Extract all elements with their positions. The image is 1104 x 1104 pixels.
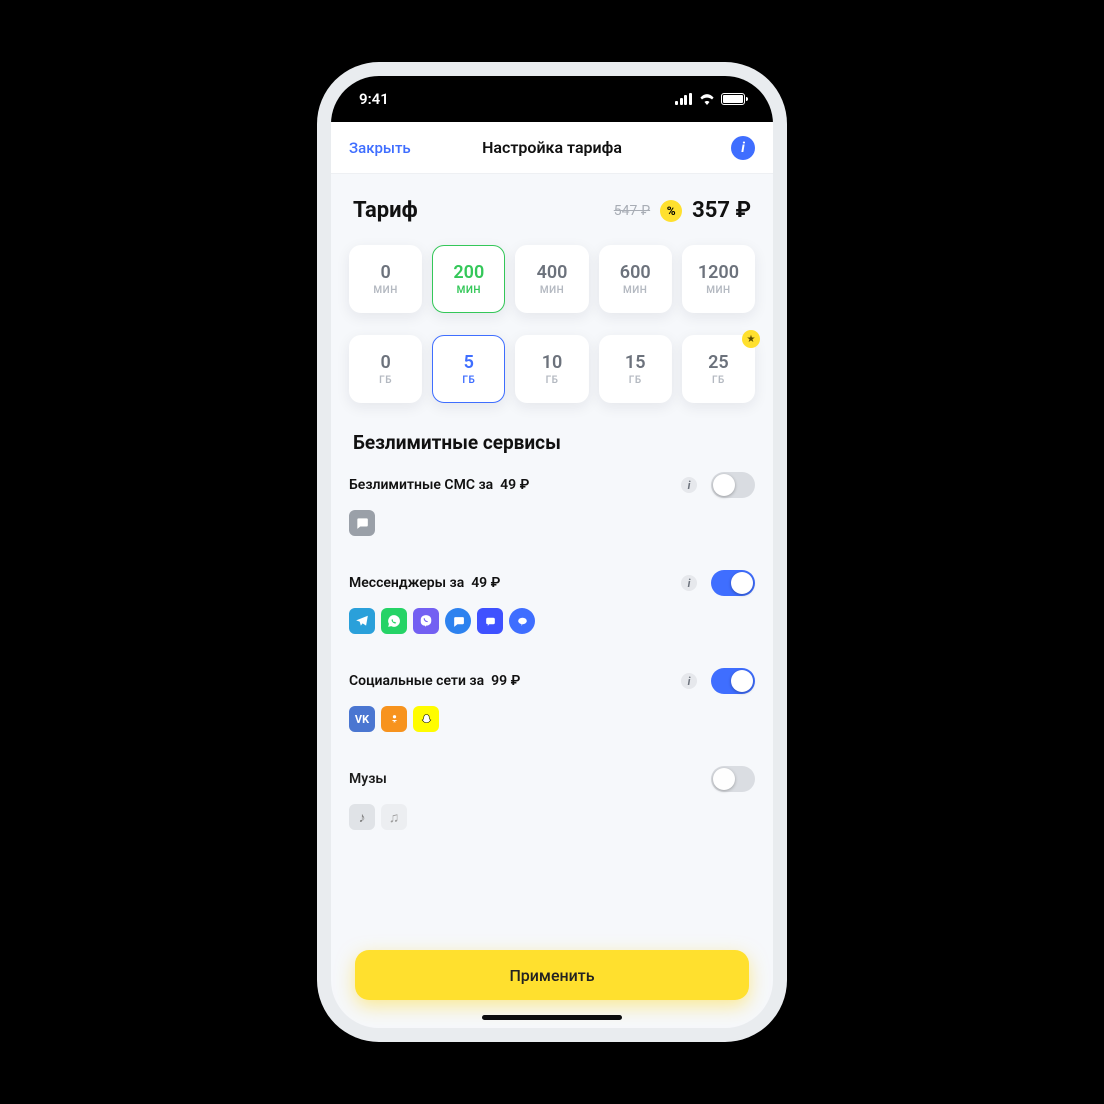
option-value: 0	[380, 262, 390, 283]
data-option-0[interactable]: 0 ГБ	[349, 335, 422, 403]
price-block: 547 ₽ % 357 ₽	[614, 198, 751, 223]
service-music: Музы ♪ ♫	[349, 766, 755, 830]
telegram-icon	[349, 608, 375, 634]
toggle-music[interactable]	[711, 766, 755, 792]
snapchat-icon	[413, 706, 439, 732]
apply-label: Применить	[509, 966, 594, 985]
nav-bar: Закрыть Настройка тарифа i	[331, 122, 773, 174]
service-price: 49 ₽	[471, 575, 500, 591]
toggle-messengers[interactable]	[711, 570, 755, 596]
data-option-25[interactable]: 25 ГБ ★	[682, 335, 755, 403]
status-time: 9:41	[359, 90, 389, 108]
notch	[447, 76, 657, 106]
data-row: 0 ГБ 5 ГБ 10 ГБ 15 ГБ 25 ГБ	[349, 335, 755, 403]
option-unit: ГБ	[379, 375, 392, 386]
option-value: 25	[708, 352, 729, 373]
signal-icon	[675, 93, 693, 105]
option-value: 400	[537, 262, 568, 283]
service-label: Социальные сети за 99 ₽	[349, 673, 520, 689]
apply-button[interactable]: Применить	[355, 950, 749, 1000]
price-row: Тариф 547 ₽ % 357 ₽	[353, 198, 751, 223]
service-label-text: Мессенджеры за	[349, 575, 464, 591]
imessage-icon	[445, 608, 471, 634]
service-icons	[349, 510, 755, 536]
option-unit: МИН	[373, 285, 397, 296]
service-price: 99 ₽	[491, 673, 520, 689]
option-value: 15	[625, 352, 646, 373]
service-social: Социальные сети за 99 ₽ i VK	[349, 668, 755, 732]
info-icon[interactable]: i	[681, 673, 697, 689]
option-unit: МИН	[623, 285, 647, 296]
minutes-row: 0 МИН 200 МИН 400 МИН 600 МИН 1200 МИН	[349, 245, 755, 313]
data-option-5[interactable]: 5 ГБ	[432, 335, 505, 403]
vk-icon: VK	[349, 706, 375, 732]
screen: 9:41 Закрыть Настройка тарифа i Тариф 54…	[331, 76, 773, 1028]
tariff-label: Тариф	[353, 198, 418, 223]
info-icon[interactable]: i	[681, 477, 697, 493]
option-unit: ГБ	[629, 375, 642, 386]
service-label-text: Музы	[349, 771, 387, 787]
option-unit: ГБ	[462, 375, 475, 386]
toggle-sms[interactable]	[711, 472, 755, 498]
service-label: Безлимитные СМС за 49 ₽	[349, 477, 529, 493]
viber-icon	[413, 608, 439, 634]
option-value: 200	[453, 262, 484, 283]
close-button[interactable]: Закрыть	[349, 139, 411, 157]
option-value: 0	[380, 352, 390, 373]
service-label-text: Безлимитные СМС за	[349, 477, 493, 493]
service-price: 49 ₽	[500, 477, 529, 493]
service-icons: ♪ ♫	[349, 804, 755, 830]
service-sms: Безлимитные СМС за 49 ₽ i	[349, 472, 755, 536]
info-icon[interactable]: i	[681, 575, 697, 591]
minutes-option-600[interactable]: 600 МИН	[599, 245, 672, 313]
toggle-social[interactable]	[711, 668, 755, 694]
home-indicator[interactable]	[482, 1015, 622, 1020]
service-icons: VK	[349, 706, 755, 732]
chat-icon	[477, 608, 503, 634]
service-label: Мессенджеры за 49 ₽	[349, 575, 500, 591]
ok-icon	[381, 706, 407, 732]
option-unit: МИН	[457, 285, 481, 296]
discount-badge: %	[660, 200, 682, 222]
battery-icon	[721, 93, 745, 105]
option-unit: МИН	[706, 285, 730, 296]
old-price: 547 ₽	[614, 203, 650, 219]
page-title: Настройка тарифа	[482, 138, 622, 157]
music-icon: ♪	[349, 804, 375, 830]
music-icon: ♫	[381, 804, 407, 830]
option-value: 1200	[698, 262, 739, 283]
option-unit: ГБ	[546, 375, 559, 386]
minutes-option-400[interactable]: 400 МИН	[515, 245, 588, 313]
option-value: 5	[464, 352, 474, 373]
service-messengers: Мессенджеры за 49 ₽ i	[349, 570, 755, 634]
status-icons	[675, 93, 745, 105]
line-icon	[509, 608, 535, 634]
service-label-text: Социальные сети за	[349, 673, 484, 689]
sms-icon	[349, 510, 375, 536]
current-price: 357 ₽	[692, 198, 751, 223]
content: Тариф 547 ₽ % 357 ₽ 0 МИН 200 МИН 4	[331, 174, 773, 1028]
service-icons	[349, 608, 755, 634]
info-icon[interactable]: i	[731, 136, 755, 160]
option-value: 10	[542, 352, 563, 373]
data-option-10[interactable]: 10 ГБ	[515, 335, 588, 403]
minutes-option-1200[interactable]: 1200 МИН	[682, 245, 755, 313]
wifi-icon	[699, 93, 715, 105]
option-unit: ГБ	[712, 375, 725, 386]
whatsapp-icon	[381, 608, 407, 634]
data-option-15[interactable]: 15 ГБ	[599, 335, 672, 403]
option-unit: МИН	[540, 285, 564, 296]
section-title: Безлимитные сервисы	[353, 431, 751, 454]
phone-frame: 9:41 Закрыть Настройка тарифа i Тариф 54…	[317, 62, 787, 1042]
minutes-option-200[interactable]: 200 МИН	[432, 245, 505, 313]
option-value: 600	[620, 262, 651, 283]
service-label: Музы	[349, 771, 387, 787]
star-icon: ★	[742, 330, 760, 348]
minutes-option-0[interactable]: 0 МИН	[349, 245, 422, 313]
